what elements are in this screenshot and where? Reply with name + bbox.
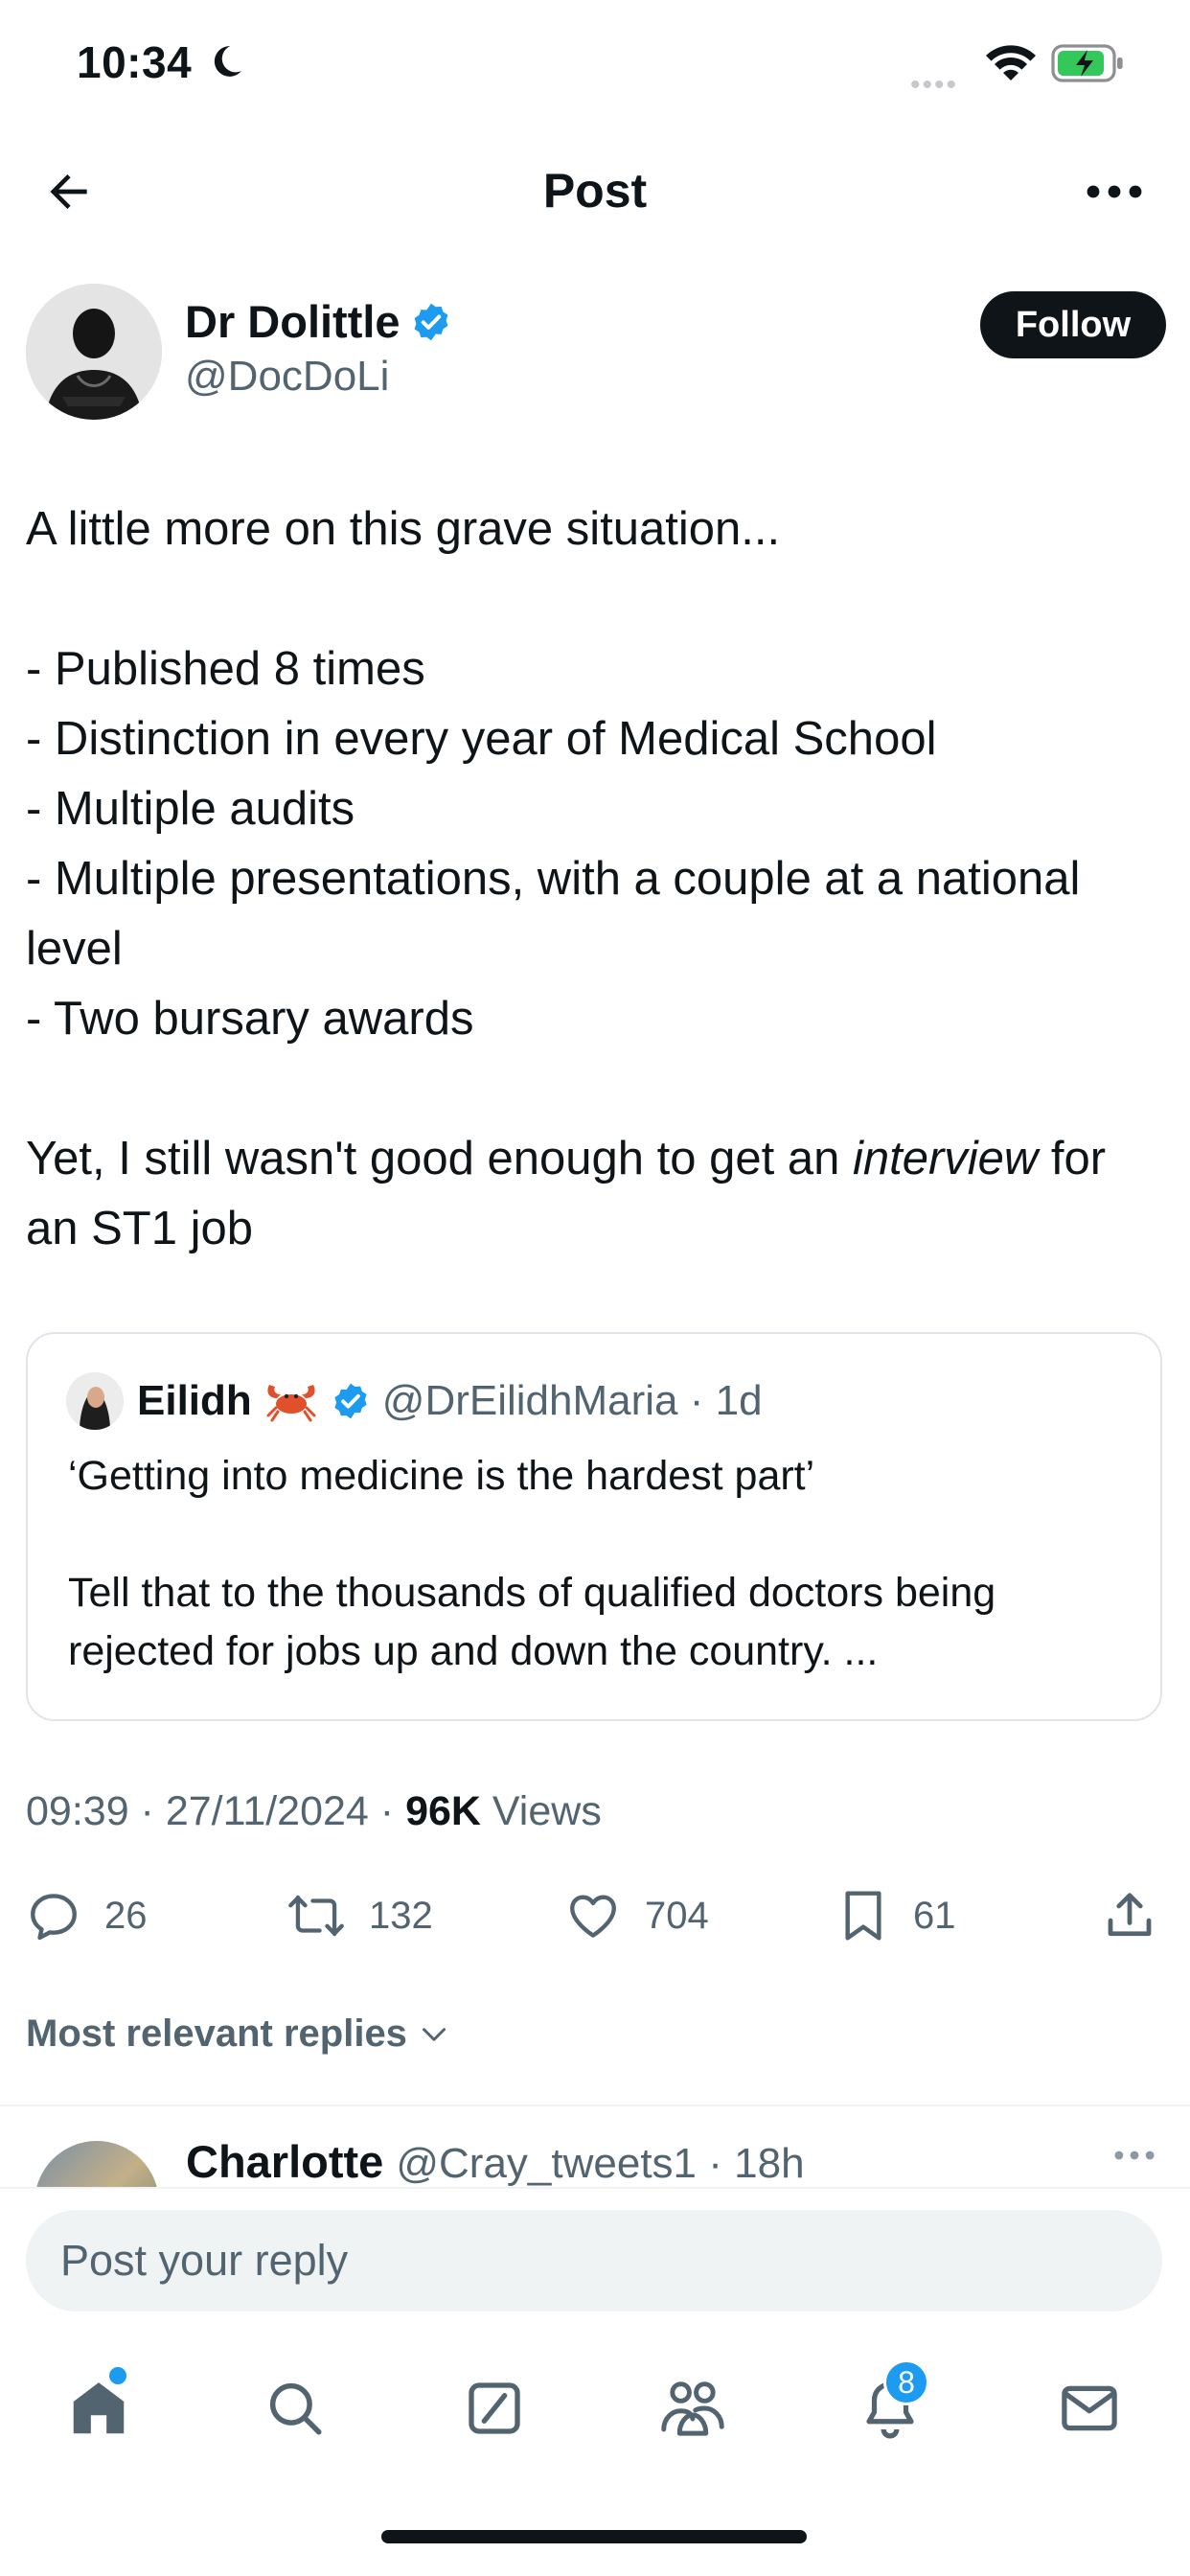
post-actions: 26 132 704 61 xyxy=(26,1882,1166,1949)
home-indicator xyxy=(381,2530,807,2543)
tab-grok[interactable] xyxy=(451,2365,538,2451)
author-name-text: Dr Dolittle xyxy=(185,296,400,347)
grok-icon xyxy=(469,2382,520,2434)
mail-icon xyxy=(1062,2385,1117,2431)
quoted-post-text: ‘Getting into medicine is the hardest pa… xyxy=(68,1447,1132,1681)
quoted-post-header: Eilidh @DrEilidhMaria · 1d xyxy=(66,1372,763,1430)
page-title: Post xyxy=(542,164,648,218)
quoted-text-line: ‘Getting into medicine is the hardest pa… xyxy=(68,1453,815,1499)
like-count: 704 xyxy=(645,1894,709,1937)
post-closing: Yet, I still wasn't good enough to get a… xyxy=(26,1133,1107,1254)
reply-composer xyxy=(0,2187,1190,2331)
quoted-post[interactable]: Eilidh @DrEilidhMaria · 1d ‘Getting into… xyxy=(26,1332,1162,1721)
search-icon xyxy=(269,2382,322,2435)
share-icon xyxy=(1108,1893,1152,1937)
status-bar: 10:34 •••• xyxy=(0,0,1190,125)
quoted-author-name: Eilidh xyxy=(137,1377,252,1424)
repost-action[interactable]: 132 xyxy=(286,1882,433,1949)
reply-action[interactable]: 26 xyxy=(26,1882,148,1949)
tab-messages[interactable] xyxy=(1046,2365,1133,2451)
bookmark-action[interactable]: 61 xyxy=(836,1882,956,1949)
reply-author-name: Charlotte xyxy=(186,2136,384,2187)
author-handle: @DocDoLi xyxy=(185,353,390,400)
tab-notifications[interactable]: 8 xyxy=(847,2359,933,2451)
like-action[interactable]: 704 xyxy=(564,1882,709,1949)
reply-author-avatar[interactable] xyxy=(34,2141,159,2187)
heart-icon xyxy=(570,1895,616,1938)
home-unread-dot xyxy=(109,2367,126,2384)
wifi-icon xyxy=(984,42,1038,87)
replies-sort-dropdown[interactable]: Most relevant replies xyxy=(26,2012,451,2056)
communities-icon xyxy=(661,2381,724,2436)
post-meta: 09:39 · 27/11/2024 · 96K Views xyxy=(26,1788,602,1835)
author-avatar[interactable] xyxy=(26,284,162,420)
reply-author: Charlotte @Cray_tweets1 · 18h xyxy=(186,2135,805,2187)
bottom-tab-bar: 8 xyxy=(0,2331,1190,2465)
reply-author-handle: @Cray_tweets1 · 18h xyxy=(396,2140,805,2187)
repost-count: 132 xyxy=(369,1894,433,1937)
notifications-badge: 8 xyxy=(883,2359,929,2405)
quoted-author-avatar xyxy=(66,1372,124,1430)
follow-button[interactable]: Follow xyxy=(980,291,1166,358)
verified-badge-icon xyxy=(414,303,447,340)
reply-count: 26 xyxy=(104,1894,148,1937)
sort-label: Most relevant replies xyxy=(26,2012,407,2055)
post-bullet: - Distinction in every year of Medical S… xyxy=(26,713,937,765)
repost-icon xyxy=(288,1895,344,1937)
quoted-text-line: Tell that to the thousands of qualified … xyxy=(68,1570,996,1674)
battery-icon xyxy=(1051,44,1126,87)
tab-communities[interactable] xyxy=(650,2365,736,2451)
more-options-icon[interactable] xyxy=(1081,161,1148,222)
reply-more-icon[interactable] xyxy=(1113,2149,1156,2167)
post-bullet: - Two bursary awards xyxy=(26,993,474,1045)
verified-badge-icon xyxy=(331,1381,371,1421)
chevron-down-icon xyxy=(422,2027,446,2041)
tab-search[interactable] xyxy=(252,2365,338,2451)
bookmark-icon xyxy=(845,1891,881,1941)
status-time: 10:34 xyxy=(77,37,193,87)
tab-home[interactable] xyxy=(56,2365,142,2451)
moon-icon xyxy=(207,42,245,85)
post-bullet: - Multiple audits xyxy=(26,783,355,835)
section-divider xyxy=(0,2104,1190,2106)
crab-emoji-icon xyxy=(263,1379,319,1423)
post-text-line: A little more on this grave situation... xyxy=(26,503,781,555)
bookmark-count: 61 xyxy=(913,1894,956,1937)
quoted-author-handle: @DrEilidhMaria · 1d xyxy=(381,1377,763,1424)
home-icon xyxy=(73,2382,125,2434)
post-bullet: - Multiple presentations, with a couple … xyxy=(26,853,1081,975)
author-name[interactable]: Dr Dolittle xyxy=(185,295,452,348)
signal-icon: •••• xyxy=(910,69,959,101)
reply-icon xyxy=(31,1894,77,1941)
reply-input[interactable] xyxy=(26,2210,1162,2312)
reply-preview[interactable]: Charlotte @Cray_tweets1 · 18h xyxy=(0,2118,1190,2187)
post-text: A little more on this grave situation...… xyxy=(26,494,1166,1264)
post-bullet: - Published 8 times xyxy=(26,643,425,695)
post-datetime: 09:39 · 27/11/2024 · xyxy=(26,1788,406,1834)
views-label: Views xyxy=(480,1788,602,1834)
nav-bar: Post xyxy=(0,144,1190,240)
share-action[interactable] xyxy=(1101,1882,1158,1949)
post-author: Dr Dolittle @DocDoLi Follow xyxy=(26,284,1166,423)
views-count[interactable]: 96K xyxy=(405,1788,481,1834)
